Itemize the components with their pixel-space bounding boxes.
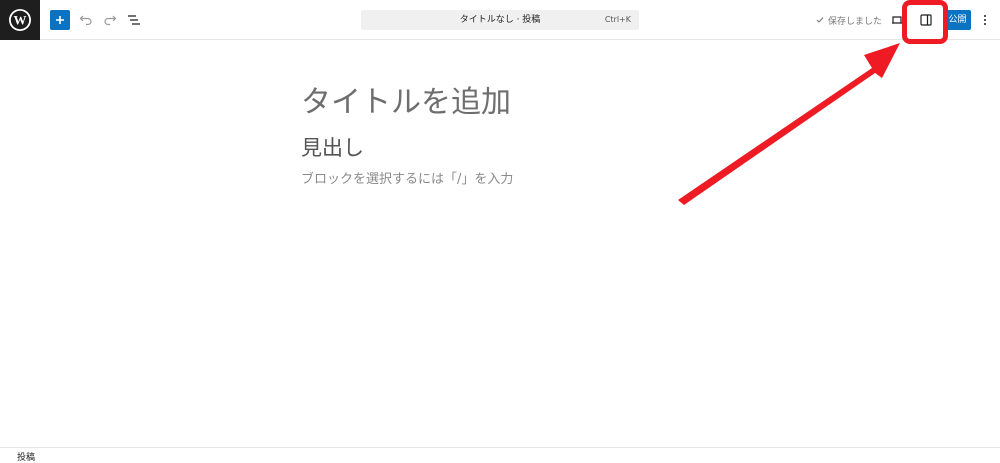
annotation-arrow-icon — [678, 43, 900, 205]
footer-bar: 投稿 — [0, 447, 1000, 463]
breadcrumb[interactable]: 投稿 — [17, 450, 35, 463]
